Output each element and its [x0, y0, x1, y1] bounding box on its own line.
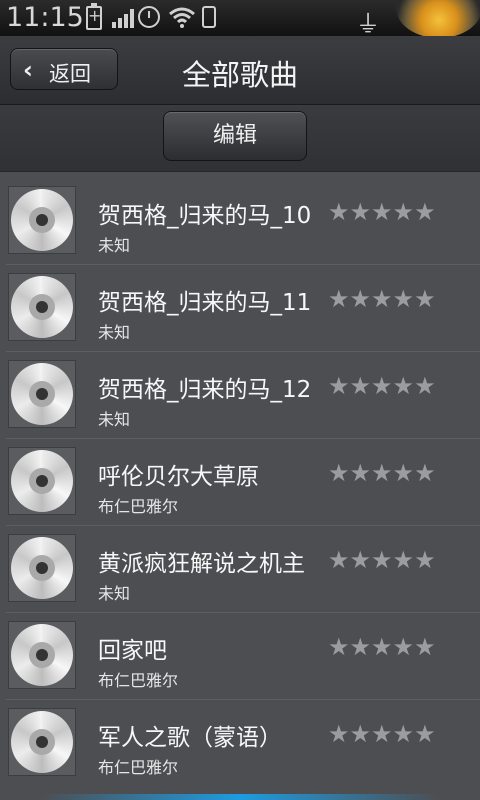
song-artist: 布仁巴雅尔	[98, 671, 179, 690]
page-title: 全部歌曲	[181, 58, 298, 92]
album-art-icon	[8, 534, 76, 602]
song-title: 回家吧	[98, 638, 167, 664]
rating-stars[interactable]: ★★★★★	[328, 633, 436, 661]
star-icon: ★	[328, 459, 349, 487]
star-icon: ★	[328, 372, 349, 400]
rating-stars[interactable]: ★★★★★	[328, 720, 436, 748]
star-icon: ★	[392, 198, 414, 226]
star-icon: ★	[349, 720, 371, 748]
star-icon: ★	[349, 459, 371, 487]
rating-stars[interactable]: ★★★★★	[328, 459, 436, 487]
album-art-icon	[8, 621, 76, 689]
rating-stars[interactable]: ★★★★★	[328, 198, 436, 226]
status-bar: 11:15 ⏚	[0, 0, 480, 38]
star-icon: ★	[414, 372, 435, 400]
star-icon: ★	[328, 285, 349, 313]
star-icon: ★	[392, 459, 414, 487]
song-row[interactable]: 贺西格_归来的马_10 未知 ★★★★★	[0, 178, 480, 265]
album-art-icon	[8, 273, 76, 341]
status-time: 11:15	[6, 2, 84, 33]
wifi-icon	[169, 7, 195, 28]
album-art-icon	[8, 360, 76, 428]
title-bar: ‹ 返回 全部歌曲	[0, 36, 480, 105]
scroll-glow	[40, 794, 440, 800]
star-icon: ★	[392, 546, 414, 574]
star-icon: ★	[392, 285, 414, 313]
star-icon: ★	[414, 198, 435, 226]
song-list: 贺西格_归来的马_10 未知 ★★★★★ 贺西格_归来的马_11 未知 ★★★★…	[0, 178, 480, 787]
rating-stars[interactable]: ★★★★★	[328, 372, 436, 400]
star-icon: ★	[371, 372, 392, 400]
rating-stars[interactable]: ★★★★★	[328, 546, 436, 574]
phone-battery-icon	[202, 6, 216, 28]
toolbar: 编辑	[0, 105, 480, 172]
star-icon: ★	[349, 546, 371, 574]
song-title: 贺西格_归来的马_10	[98, 203, 312, 229]
star-icon: ★	[349, 198, 371, 226]
rating-stars[interactable]: ★★★★★	[328, 285, 436, 313]
star-icon: ★	[371, 633, 392, 661]
star-icon: ★	[349, 372, 371, 400]
star-icon: ★	[371, 546, 392, 574]
song-title: 贺西格_归来的马_12	[98, 377, 312, 403]
song-artist: 未知	[98, 236, 131, 255]
star-icon: ★	[328, 633, 349, 661]
song-artist: 未知	[98, 584, 131, 603]
song-row[interactable]: 回家吧 布仁巴雅尔 ★★★★★	[0, 613, 480, 700]
star-icon: ★	[414, 285, 435, 313]
song-title: 军人之歌（蒙语）	[98, 725, 282, 751]
song-row[interactable]: 黄派疯狂解说之机主 未知 ★★★★★	[0, 526, 480, 613]
star-icon: ★	[328, 198, 349, 226]
star-icon: ★	[392, 633, 414, 661]
star-icon: ★	[414, 720, 435, 748]
star-icon: ★	[392, 372, 414, 400]
star-icon: ★	[414, 633, 435, 661]
star-icon: ★	[392, 720, 414, 748]
song-title: 黄派疯狂解说之机主	[98, 551, 305, 577]
battery-charging-icon	[86, 3, 102, 30]
star-icon: ★	[371, 198, 392, 226]
edit-button[interactable]: 编辑	[163, 111, 307, 161]
song-artist: 布仁巴雅尔	[98, 497, 179, 516]
song-title: 呼伦贝尔大草原	[98, 464, 259, 490]
song-row[interactable]: 贺西格_归来的马_11 未知 ★★★★★	[0, 265, 480, 352]
song-title: 贺西格_归来的马_11	[98, 290, 312, 316]
song-row[interactable]: 呼伦贝尔大草原 布仁巴雅尔 ★★★★★	[0, 439, 480, 526]
alarm-icon	[138, 6, 160, 28]
song-artist: 布仁巴雅尔	[98, 758, 179, 777]
album-art-icon	[8, 186, 76, 254]
album-art-icon	[8, 447, 76, 515]
album-art-icon	[8, 708, 76, 776]
song-artist: 未知	[98, 323, 131, 342]
star-icon: ★	[328, 546, 349, 574]
usb-icon: ⏚	[356, 10, 380, 38]
star-icon: ★	[371, 459, 392, 487]
song-row[interactable]: 贺西格_归来的马_12 未知 ★★★★★	[0, 352, 480, 439]
star-icon: ★	[371, 285, 392, 313]
star-icon: ★	[349, 285, 371, 313]
star-icon: ★	[349, 633, 371, 661]
star-icon: ★	[328, 720, 349, 748]
song-artist: 未知	[98, 410, 131, 429]
star-icon: ★	[371, 720, 392, 748]
song-row[interactable]: 军人之歌（蒙语） 布仁巴雅尔 ★★★★★	[0, 700, 480, 787]
star-icon: ★	[414, 459, 435, 487]
notification-orb[interactable]	[396, 0, 480, 38]
star-icon: ★	[414, 546, 435, 574]
